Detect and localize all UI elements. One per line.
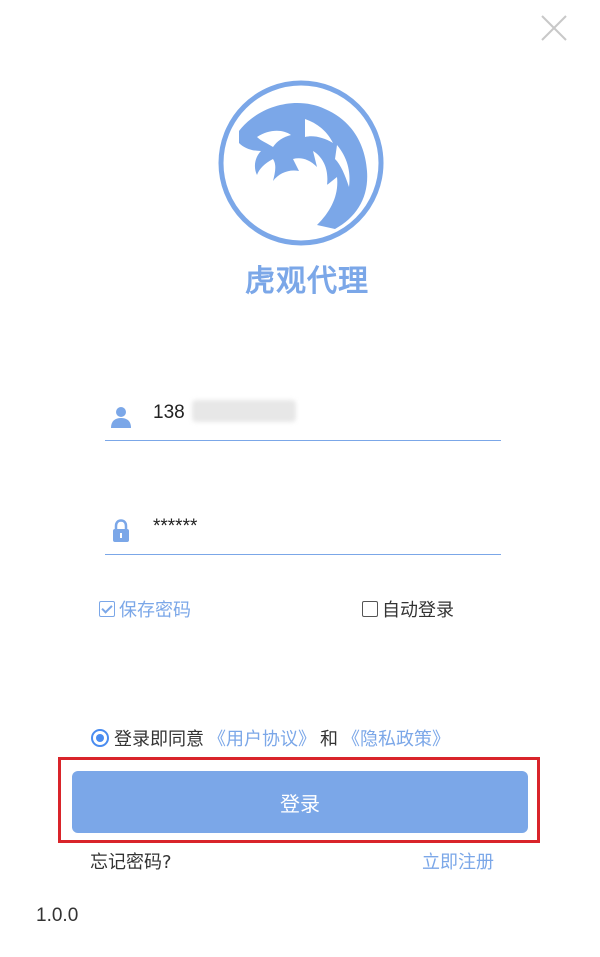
user-agreement-link[interactable]: 《用户协议》 xyxy=(208,725,316,751)
password-input[interactable] xyxy=(153,512,493,542)
username-field[interactable] xyxy=(105,396,501,441)
login-button[interactable]: 登录 xyxy=(72,771,528,833)
close-button[interactable] xyxy=(536,10,572,46)
save-password-option[interactable]: 保存密码 xyxy=(99,595,191,623)
auto-login-checkbox[interactable] xyxy=(362,601,378,617)
agreement-radio[interactable] xyxy=(91,729,109,747)
app-logo xyxy=(217,79,385,247)
save-password-label: 保存密码 xyxy=(119,600,191,621)
password-field[interactable] xyxy=(105,510,501,555)
auto-login-label: 自动登录 xyxy=(382,600,454,621)
agreement-conjunction: 和 xyxy=(320,729,338,750)
save-password-checkbox[interactable] xyxy=(99,601,115,617)
agreement-row: 登录即同意 《用户协议》 和 《隐私政策》 xyxy=(91,724,450,752)
close-icon xyxy=(541,15,567,41)
agreement-prefix: 登录即同意 xyxy=(114,729,204,750)
app-name: 虎观代理 xyxy=(245,264,369,299)
redacted-phone-digits xyxy=(192,400,296,422)
auto-login-option[interactable]: 自动登录 xyxy=(362,595,454,623)
user-icon xyxy=(111,407,131,428)
register-link[interactable]: 立即注册 xyxy=(422,848,494,874)
forgot-password-link[interactable]: 忘记密码? xyxy=(90,848,172,874)
lock-icon xyxy=(113,519,129,542)
tiger-head-icon xyxy=(218,80,384,246)
privacy-policy-link[interactable]: 《隐私政策》 xyxy=(342,725,450,751)
version-label: 1.0.0 xyxy=(36,905,79,926)
